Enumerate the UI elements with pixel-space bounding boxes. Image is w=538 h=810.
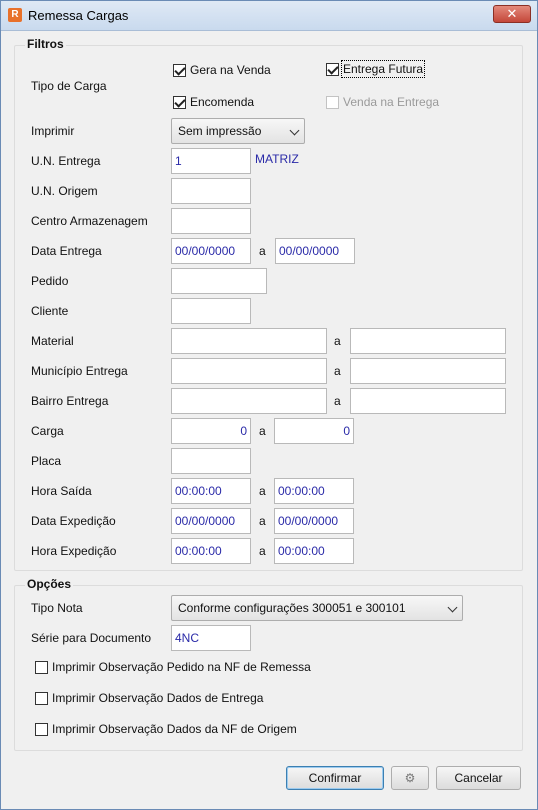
obs-pedido-checkbox[interactable]: Imprimir Observação Pedido na NF de Reme… <box>35 660 311 674</box>
range-separator: a <box>334 334 341 348</box>
app-icon: R <box>8 8 22 22</box>
pedido-input[interactable] <box>171 268 267 294</box>
municipio-de-input[interactable] <box>171 358 327 384</box>
gera-na-venda-checkbox[interactable]: Gera na Venda <box>173 63 271 77</box>
range-separator: a <box>334 394 341 408</box>
data-entrega-de-input[interactable]: 00/00/0000 <box>171 238 251 264</box>
material-label: Material <box>31 334 74 348</box>
material-ate-input[interactable] <box>350 328 506 354</box>
centro-armazenagem-label: Centro Armazenagem <box>31 214 148 228</box>
gear-icon: ⚙ <box>404 771 416 785</box>
tipo-nota-select[interactable]: Conforme configurações 300051 e 300101 <box>171 595 463 621</box>
range-separator: a <box>259 484 266 498</box>
dialog-window: R Remessa Cargas ✕ Filtros Tipo de Carga… <box>0 0 538 810</box>
obs-origem-checkbox[interactable]: Imprimir Observação Dados da NF de Orige… <box>35 722 297 736</box>
municipio-ate-input[interactable] <box>350 358 506 384</box>
un-entrega-label: U.N. Entrega <box>31 154 101 168</box>
checkbox-icon <box>35 660 48 674</box>
material-de-input[interactable] <box>171 328 327 354</box>
range-separator: a <box>259 424 266 438</box>
data-entrega-ate-input[interactable]: 00/00/0000 <box>275 238 355 264</box>
venda-na-entrega-checkbox[interactable]: Venda na Entrega <box>326 95 439 109</box>
range-separator: a <box>259 514 266 528</box>
confirmar-button[interactable]: Confirmar <box>286 766 384 790</box>
placa-input[interactable] <box>171 448 251 474</box>
data-expedicao-label: Data Expedição <box>31 514 116 528</box>
opcoes-title: Opções <box>25 577 74 591</box>
un-entrega-input[interactable]: 1 <box>171 148 251 174</box>
data-expedicao-ate-input[interactable]: 00/00/0000 <box>274 508 354 534</box>
municipio-entrega-label: Município Entrega <box>31 364 128 378</box>
filtros-title: Filtros <box>25 37 66 51</box>
data-expedicao-de-input[interactable]: 00/00/0000 <box>171 508 251 534</box>
un-origem-input[interactable] <box>171 178 251 204</box>
serie-documento-label: Série para Documento <box>31 631 152 645</box>
bairro-entrega-label: Bairro Entrega <box>31 394 109 408</box>
range-separator: a <box>259 544 266 558</box>
bairro-ate-input[interactable] <box>350 388 506 414</box>
title-bar: R Remessa Cargas ✕ <box>1 1 537 31</box>
pedido-label: Pedido <box>31 274 69 288</box>
imprimir-label: Imprimir <box>31 124 75 138</box>
checkbox-icon <box>35 691 48 705</box>
range-separator: a <box>259 244 266 258</box>
encomenda-checkbox[interactable]: Encomenda <box>173 95 254 109</box>
checkbox-icon <box>326 95 339 109</box>
entrega-futura-checkbox[interactable]: Entrega Futura <box>326 60 426 78</box>
cliente-label: Cliente <box>31 304 69 318</box>
hora-saida-ate-input[interactable]: 00:00:00 <box>274 478 354 504</box>
carga-ate-input[interactable]: 0 <box>274 418 354 444</box>
centro-armazenagem-input[interactable] <box>171 208 251 234</box>
checkbox-icon <box>35 722 48 736</box>
check-icon <box>173 63 186 77</box>
hora-expedicao-label: Hora Expedição <box>31 544 117 558</box>
check-icon <box>326 62 339 76</box>
close-button[interactable]: ✕ <box>493 5 531 23</box>
tipo-carga-label: Tipo de Carga <box>31 79 107 93</box>
check-icon <box>173 95 186 109</box>
tipo-nota-label: Tipo Nota <box>31 601 83 615</box>
hora-expedicao-de-input[interactable]: 00:00:00 <box>171 538 251 564</box>
bairro-de-input[interactable] <box>171 388 327 414</box>
obs-entrega-checkbox[interactable]: Imprimir Observação Dados de Entrega <box>35 691 263 705</box>
cliente-input[interactable] <box>171 298 251 324</box>
carga-de-input[interactable]: 0 <box>171 418 251 444</box>
window-title: Remessa Cargas <box>28 8 129 23</box>
chevron-down-icon <box>289 125 300 136</box>
chevron-down-icon <box>447 602 458 613</box>
cancelar-button[interactable]: Cancelar <box>436 766 521 790</box>
un-entrega-description: MATRIZ <box>255 152 299 166</box>
un-origem-label: U.N. Origem <box>31 184 98 198</box>
range-separator: a <box>334 364 341 378</box>
data-entrega-label: Data Entrega <box>31 244 102 258</box>
hora-expedicao-ate-input[interactable]: 00:00:00 <box>274 538 354 564</box>
hora-saida-label: Hora Saída <box>31 484 92 498</box>
serie-documento-input[interactable]: 4NC <box>171 625 251 651</box>
settings-button[interactable]: ⚙ <box>391 766 429 790</box>
hora-saida-de-input[interactable]: 00:00:00 <box>171 478 251 504</box>
imprimir-select[interactable]: Sem impressão <box>171 118 305 144</box>
placa-label: Placa <box>31 454 62 468</box>
carga-label: Carga <box>31 424 64 438</box>
